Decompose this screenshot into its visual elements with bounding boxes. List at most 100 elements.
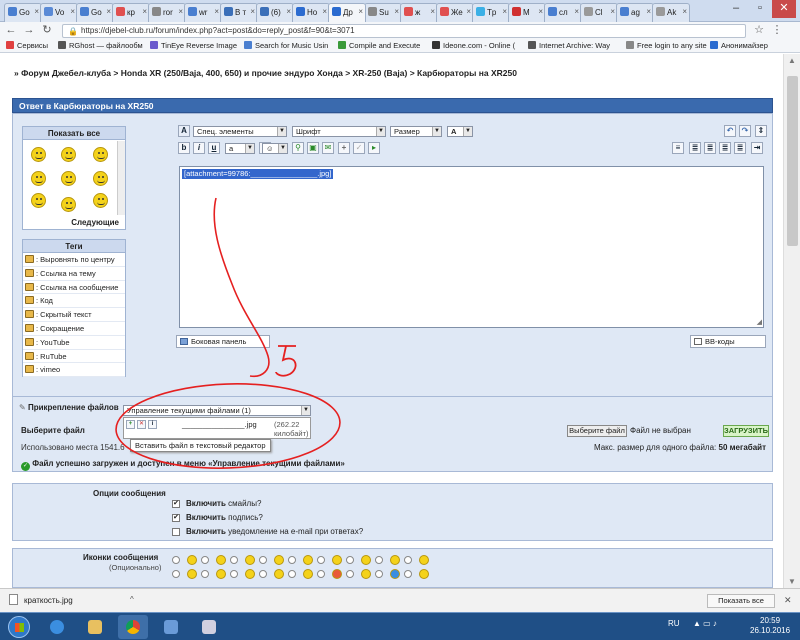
post-icon-emoticon[interactable] <box>390 555 400 565</box>
post-icon-radio[interactable] <box>201 570 209 578</box>
post-icon-emoticon[interactable] <box>332 555 342 565</box>
clock[interactable]: 20:59 26.10.2016 <box>750 616 790 636</box>
post-icon-emoticon[interactable] <box>361 555 371 565</box>
browser-tab[interactable]: Ak × <box>652 3 690 22</box>
manage-files-select[interactable]: Управление текущими файлами (1) ▼ <box>123 405 311 416</box>
browser-tab[interactable]: Tp × <box>472 3 510 22</box>
browser-tab[interactable]: Vo × <box>40 3 78 22</box>
message-textarea[interactable]: [attachment=99786:________________.jpg] … <box>179 166 764 328</box>
side-panel-button[interactable]: Боковая панель <box>176 335 270 348</box>
align-right-icon[interactable]: ≣ <box>719 142 731 154</box>
show-all-emoticons-link[interactable]: Показать все <box>23 127 125 140</box>
option-checkbox[interactable]: ✔ <box>172 500 180 508</box>
tab-close-icon[interactable]: × <box>322 7 327 16</box>
post-icon-radio[interactable] <box>288 556 296 564</box>
browser-tab[interactable]: Но × <box>292 3 330 22</box>
browser-tab[interactable]: Go × <box>4 3 42 22</box>
scroll-up-icon[interactable]: ▲ <box>788 56 796 65</box>
taskbar-ie-icon[interactable] <box>42 615 72 639</box>
close-download-bar-icon[interactable]: ✕ <box>784 595 792 606</box>
post-icon-emoticon[interactable] <box>303 555 313 565</box>
post-icon-emoticon[interactable] <box>245 555 255 565</box>
start-button[interactable] <box>8 616 30 638</box>
file-info-icon[interactable]: i <box>148 420 157 429</box>
link-icon[interactable]: ⚲ <box>292 142 304 154</box>
tab-close-icon[interactable]: × <box>646 7 651 16</box>
post-icon-emoticon[interactable] <box>216 569 226 579</box>
tab-close-icon[interactable]: × <box>538 7 543 16</box>
post-icon-emoticon[interactable] <box>187 555 197 565</box>
browser-tab[interactable]: ж × <box>400 3 438 22</box>
show-all-downloads-button[interactable]: Показать все <box>707 594 775 608</box>
download-menu-icon[interactable]: ^ <box>130 595 134 604</box>
browser-tab[interactable]: ror × <box>148 3 186 22</box>
tag-item[interactable]: : vimeo <box>23 363 125 378</box>
resize-grip-icon[interactable]: ◢ <box>757 318 762 326</box>
next-emoticons-link[interactable]: Следующие <box>71 218 119 227</box>
tab-close-icon[interactable]: × <box>34 7 39 16</box>
browser-tab[interactable]: кр × <box>112 3 150 22</box>
text-color-select[interactable]: A ▼ <box>447 126 473 137</box>
browser-tab[interactable]: В т × <box>220 3 258 22</box>
taskbar-explorer-icon[interactable] <box>80 615 110 639</box>
spell-icon[interactable]: ✓ <box>353 142 365 154</box>
minimize-button[interactable]: – <box>724 0 748 18</box>
resize-icon[interactable]: ⇕ <box>755 125 767 137</box>
taskbar-chrome-icon[interactable] <box>118 615 148 639</box>
tab-close-icon[interactable]: × <box>214 7 219 16</box>
emoticon-icon[interactable] <box>31 147 46 162</box>
bookmark-item[interactable]: Free login to any site <box>626 40 707 52</box>
smiley-select[interactable]: ☺ ▼ <box>262 143 288 154</box>
tab-close-icon[interactable]: × <box>142 7 147 16</box>
download-item[interactable]: краткость.jpg <box>9 594 73 607</box>
browser-tab[interactable]: ag × <box>616 3 654 22</box>
tag-item[interactable]: : Ссылка на тему <box>23 267 125 281</box>
align-center-icon[interactable]: ≣ <box>704 142 716 154</box>
delete-file-icon[interactable]: ✕ <box>137 420 146 429</box>
tab-close-icon[interactable]: × <box>394 7 399 16</box>
email-icon[interactable]: ✉ <box>322 142 334 154</box>
tab-close-icon[interactable]: × <box>178 7 183 16</box>
star-icon[interactable]: ☆ <box>752 24 766 37</box>
post-icon-emoticon[interactable] <box>332 569 342 579</box>
tab-close-icon[interactable]: × <box>502 7 507 16</box>
post-icon-radio[interactable] <box>404 556 412 564</box>
add-icon[interactable]: + <box>338 142 350 154</box>
upload-button[interactable]: ЗАГРУЗИТЬ <box>723 425 769 437</box>
bookmark-item[interactable]: TinEye Reverse Image <box>150 40 237 52</box>
tag-item[interactable]: : Ссылка на сообщение <box>23 281 125 295</box>
redo-icon[interactable]: ↷ <box>739 125 751 137</box>
browser-tab[interactable]: Go × <box>76 3 114 22</box>
emoticon-icon[interactable] <box>93 147 108 162</box>
play-icon[interactable]: ▸ <box>368 142 380 154</box>
tab-close-icon[interactable]: × <box>106 7 111 16</box>
post-icon-radio[interactable] <box>317 570 325 578</box>
tab-close-icon[interactable]: × <box>70 7 75 16</box>
tab-close-icon[interactable]: × <box>250 7 255 16</box>
post-icon-radio[interactable] <box>375 570 383 578</box>
emoticon-icon[interactable] <box>61 197 76 212</box>
post-icon-radio[interactable] <box>288 570 296 578</box>
size-select[interactable]: Размер ▼ <box>390 126 442 137</box>
bookmark-item[interactable]: Compile and Execute <box>338 40 420 52</box>
emoticon-icon[interactable] <box>93 193 108 208</box>
tab-close-icon[interactable]: × <box>430 7 435 16</box>
breadcrumb[interactable]: » Форум Джебел-клуба > Honda XR (250/Baj… <box>14 68 517 78</box>
bookmark-item[interactable]: Ideone.com - Online ( <box>432 40 515 52</box>
post-icon-radio[interactable] <box>201 556 209 564</box>
browser-tab[interactable]: сл × <box>544 3 582 22</box>
emoticon-icon[interactable] <box>61 171 76 186</box>
image-icon[interactable]: ▣ <box>307 142 319 154</box>
language-indicator[interactable]: RU <box>668 619 680 628</box>
browser-tab[interactable]: Su × <box>364 3 402 22</box>
scroll-down-icon[interactable]: ▼ <box>788 577 796 586</box>
post-icon-radio[interactable] <box>259 570 267 578</box>
option-checkbox[interactable] <box>172 528 180 536</box>
post-icon-radio[interactable] <box>375 556 383 564</box>
special-elements-select[interactable]: Спец. элементы ▼ <box>193 126 287 137</box>
tag-item[interactable]: : Код <box>23 294 125 309</box>
post-icon-radio[interactable] <box>346 570 354 578</box>
bookmark-item[interactable]: Search for Music Usin <box>244 40 328 52</box>
forward-button[interactable]: → <box>22 24 36 37</box>
post-icon-radio[interactable] <box>230 556 238 564</box>
